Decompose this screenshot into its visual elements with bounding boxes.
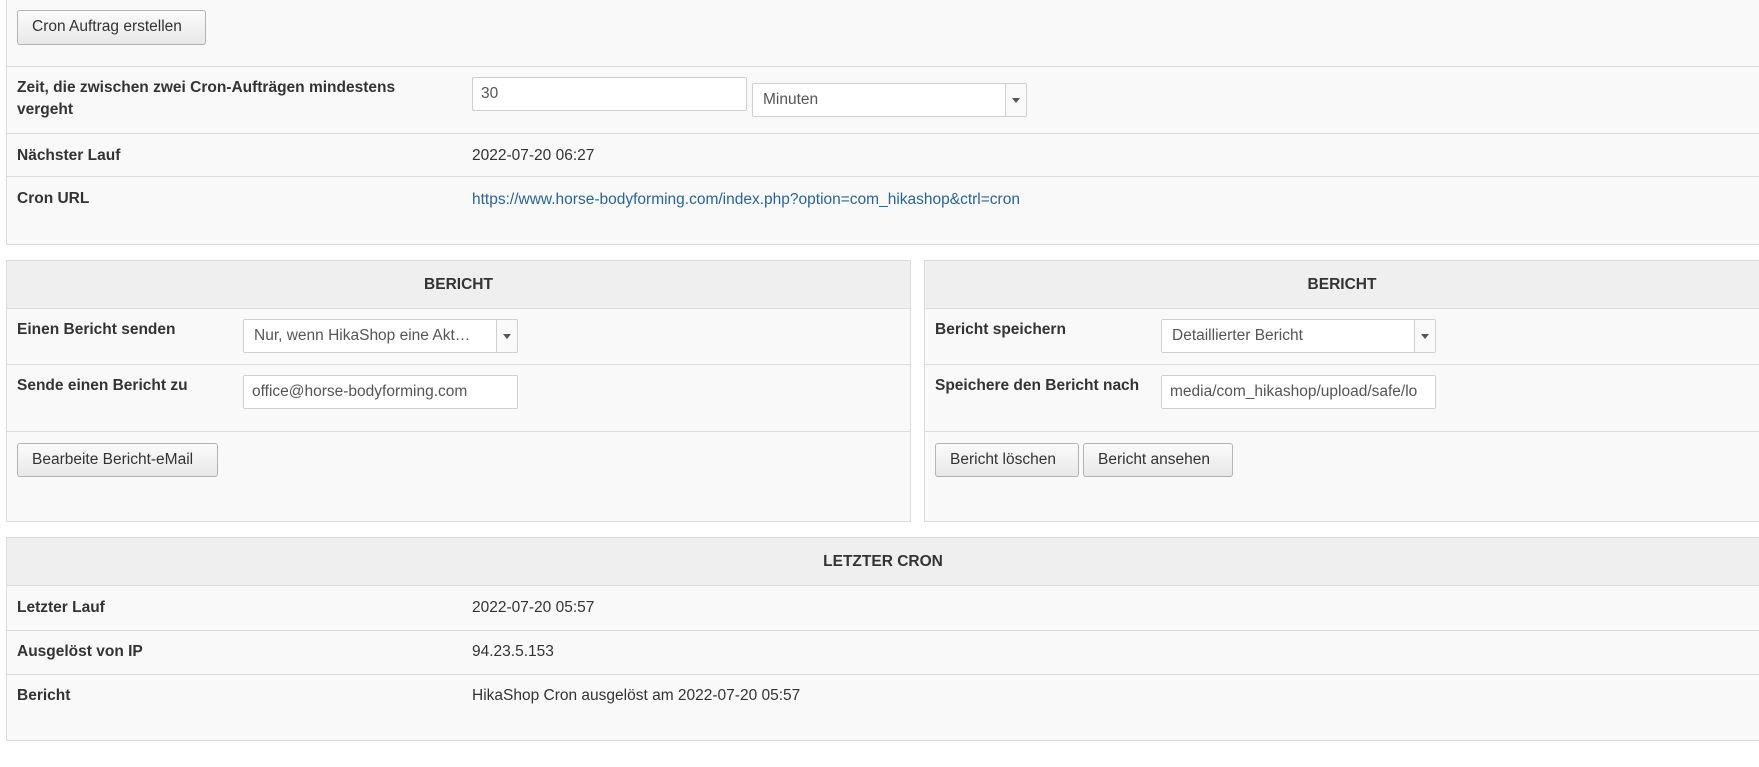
last-cron-header: LETZTER CRON xyxy=(7,538,1759,586)
divider xyxy=(7,674,1759,675)
report-value: HikaShop Cron ausgelöst am 2022-07-20 05… xyxy=(472,687,801,704)
divider xyxy=(7,364,910,365)
send-to-email-input[interactable]: office@horse-bodyforming.com xyxy=(243,375,518,409)
save-report-label: Bericht speichern xyxy=(935,321,1066,338)
save-to-label: Speichere den Bericht nach xyxy=(935,377,1140,394)
divider xyxy=(925,364,1759,365)
divider xyxy=(6,66,1759,67)
next-run-label: Nächster Lauf xyxy=(17,147,121,164)
last-run-value: 2022-07-20 05:57 xyxy=(472,599,595,616)
divider xyxy=(6,176,1759,177)
chevron-down-icon xyxy=(1005,84,1026,116)
interval-input[interactable]: 30 xyxy=(472,77,747,111)
save-report-value: Detaillierter Bericht xyxy=(1172,327,1303,344)
save-to-path-input[interactable]: media/com_hikashop/upload/safe/lo xyxy=(1161,375,1436,409)
interval-label: Zeit, die zwischen zwei Cron-Aufträgen m… xyxy=(17,79,396,118)
divider xyxy=(7,630,1759,631)
triggered-ip-value: 94.23.5.153 xyxy=(472,643,554,660)
send-report-value: Nur, wenn HikaShop eine Akt… xyxy=(254,327,471,344)
view-report-button[interactable]: Bericht ansehen xyxy=(1083,443,1233,477)
last-run-label: Letzter Lauf xyxy=(17,599,105,616)
next-run-value: 2022-07-20 06:27 xyxy=(472,147,595,164)
triggered-ip-label: Ausgelöst von IP xyxy=(17,643,143,660)
cron-url-label: Cron URL xyxy=(17,190,90,207)
send-to-label: Sende einen Bericht zu xyxy=(17,377,188,394)
chevron-down-icon xyxy=(496,320,517,352)
send-report-label: Einen Bericht senden xyxy=(17,321,176,338)
edit-report-email-button[interactable]: Bearbeite Bericht-eMail xyxy=(17,443,218,477)
interval-unit-select[interactable]: Minuten xyxy=(752,83,1027,117)
interval-unit-value: Minuten xyxy=(763,91,819,108)
divider xyxy=(6,133,1759,134)
create-cron-button[interactable]: Cron Auftrag erstellen xyxy=(17,10,206,45)
delete-report-button[interactable]: Bericht löschen xyxy=(935,443,1079,477)
report-save-header: BERICHT xyxy=(925,261,1759,309)
send-report-select[interactable]: Nur, wenn HikaShop eine Akt… xyxy=(243,319,518,353)
divider xyxy=(7,431,910,432)
chevron-down-icon xyxy=(1414,320,1435,352)
save-report-select[interactable]: Detaillierter Bericht xyxy=(1161,319,1436,353)
divider xyxy=(925,431,1759,432)
cron-url-link[interactable]: https://www.horse-bodyforming.com/index.… xyxy=(472,189,1020,211)
report-label: Bericht xyxy=(17,687,71,704)
report-send-header: BERICHT xyxy=(7,261,910,309)
